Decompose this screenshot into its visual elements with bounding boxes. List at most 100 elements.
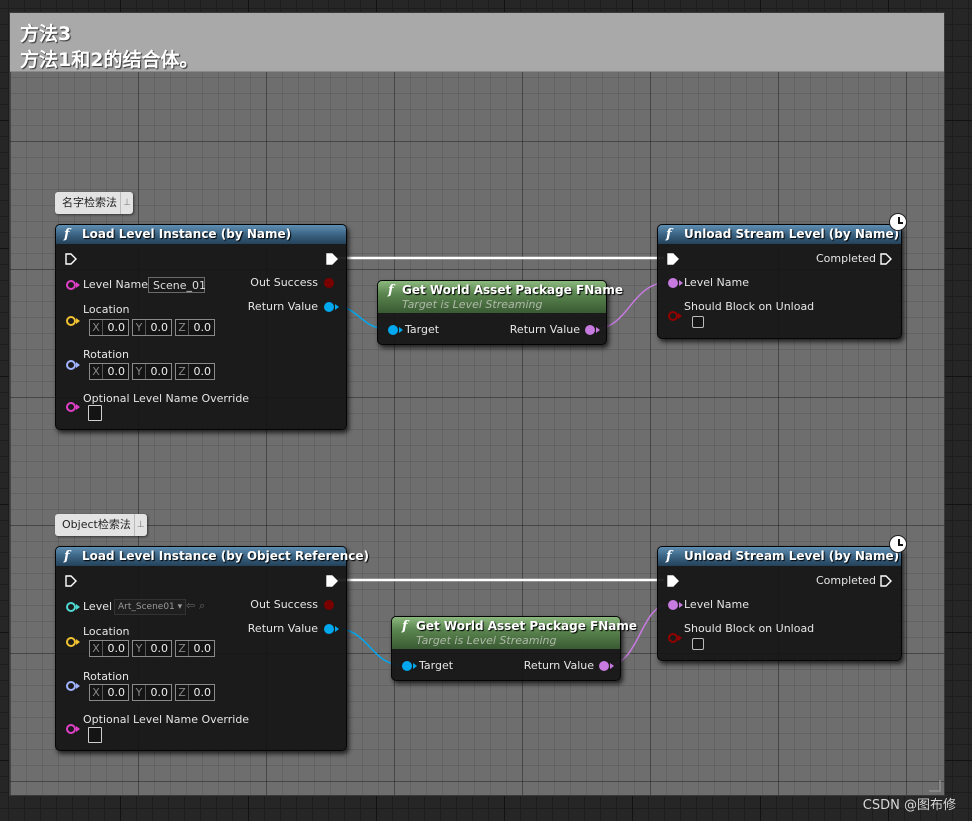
node-header[interactable]: f Get World Asset Package FName Target i… xyxy=(378,281,623,313)
rotation-x-field[interactable]: X 0.0 xyxy=(89,684,129,701)
pin-arrow xyxy=(678,635,682,641)
load-level-instance-node[interactable]: f Load Level Instance (by Name) Level Na… xyxy=(55,224,347,430)
exec-in-pin-icon[interactable] xyxy=(667,575,679,587)
level-name-pin-icon[interactable] xyxy=(668,278,678,288)
location-y-field[interactable]: Y 0.0 xyxy=(132,640,172,657)
axis-x-label: X xyxy=(90,641,103,656)
use-selected-arrow-icon[interactable]: ⇦ xyxy=(186,599,195,613)
exec-in-pin-icon[interactable] xyxy=(65,253,77,265)
completed-exec-pin-icon[interactable] xyxy=(880,575,892,587)
node-header[interactable]: f Unload Stream Level (by Name) xyxy=(658,547,901,566)
exec-in-pin-icon[interactable] xyxy=(65,575,77,587)
axis-x-label: X xyxy=(90,320,103,335)
node-header[interactable]: f Get World Asset Package FName Target i… xyxy=(392,617,637,649)
location-y-field[interactable]: Y 0.0 xyxy=(132,319,172,336)
exec-out-pin-icon[interactable] xyxy=(326,575,338,587)
level-label: Level xyxy=(83,600,113,613)
location-z-field[interactable]: Z 0.0 xyxy=(175,640,215,657)
rotation-z-field[interactable]: Z 0.0 xyxy=(175,363,215,380)
location-label: Location xyxy=(83,303,130,316)
should-block-pin-icon[interactable] xyxy=(668,311,678,321)
rotation-y-field[interactable]: Y 0.0 xyxy=(132,684,172,701)
should-block-pin-icon[interactable] xyxy=(668,633,678,643)
exec-out-pin-icon[interactable] xyxy=(326,253,338,265)
rotation-x-field[interactable]: X 0.0 xyxy=(89,363,129,380)
pin-arrow xyxy=(76,726,80,732)
level-name-pin-icon[interactable] xyxy=(66,280,76,290)
pin-arrow xyxy=(679,602,683,608)
pin-arrow xyxy=(76,282,80,288)
override-checkbox[interactable] xyxy=(88,727,102,743)
axis-x-label: X xyxy=(90,685,103,700)
return-value-pin-icon[interactable] xyxy=(324,624,334,634)
target-pin-icon[interactable] xyxy=(402,661,412,671)
location-x-field[interactable]: X 0.0 xyxy=(89,319,129,336)
load-level-instance-object-node[interactable]: f Load Level Instance (by Object Referen… xyxy=(55,546,369,751)
axis-y-label: Y xyxy=(133,641,146,656)
location-pin-icon[interactable] xyxy=(66,637,76,647)
rotation-pin-icon[interactable] xyxy=(66,681,76,691)
location-label: Location xyxy=(83,625,130,638)
out-success-pin-icon[interactable] xyxy=(324,278,334,288)
node-comment-bubble[interactable]: Object检索法 ⊥ xyxy=(55,514,147,536)
return-value-pin-icon[interactable] xyxy=(599,661,609,671)
rotation-z-field[interactable]: Z 0.0 xyxy=(175,684,215,701)
axis-y-label: Y xyxy=(133,685,146,700)
level-asset-picker[interactable]: Art_Scene01 ▾ xyxy=(114,599,187,615)
pin-arrow xyxy=(76,683,80,689)
location-x-field[interactable]: X 0.0 xyxy=(89,640,129,657)
node-header[interactable]: f Unload Stream Level (by Name) xyxy=(658,225,901,244)
get-world-asset-package-node[interactable]: f Get World Asset Package FName Target i… xyxy=(377,280,623,345)
completed-label: Completed xyxy=(816,252,876,265)
pin-arrow xyxy=(76,318,80,324)
node-header[interactable]: f Load Level Instance (by Object Referen… xyxy=(56,547,369,566)
get-world-asset-package-node[interactable]: f Get World Asset Package FName Target i… xyxy=(391,616,637,681)
override-pin-icon[interactable] xyxy=(66,402,76,412)
rotation-z-value: 0.0 xyxy=(193,686,212,699)
return-value-label: Return Value xyxy=(523,659,594,672)
out-success-label: Out Success xyxy=(250,598,318,611)
location-z-field[interactable]: Z 0.0 xyxy=(175,319,215,336)
return-value-label: Return Value xyxy=(509,323,580,336)
out-success-pin-icon[interactable] xyxy=(324,600,334,610)
unload-stream-level-node[interactable]: f Unload Stream Level (by Name) Complete… xyxy=(657,546,902,661)
pin-arrow xyxy=(76,404,80,410)
rotation-x-value: 0.0 xyxy=(107,686,126,699)
browse-search-icon[interactable]: ⌕ xyxy=(199,599,205,613)
pin-bubble-icon[interactable]: ⊥ xyxy=(120,192,133,214)
location-pin-icon[interactable] xyxy=(66,316,76,326)
rotation-y-field[interactable]: Y 0.0 xyxy=(132,363,172,380)
rotation-pin-icon[interactable] xyxy=(66,360,76,370)
pin-arrow xyxy=(678,313,682,319)
pin-arrow xyxy=(596,327,600,333)
node-header[interactable]: f Load Level Instance (by Name) xyxy=(56,225,346,244)
should-block-label: Should Block on Unload xyxy=(684,300,815,313)
override-label: Optional Level Name Override xyxy=(83,392,250,405)
level-name-input[interactable]: Scene_01 xyxy=(148,277,206,293)
completed-exec-pin-icon[interactable] xyxy=(880,253,892,265)
return-value-pin-icon[interactable] xyxy=(585,325,595,335)
location-y-value: 0.0 xyxy=(150,642,169,655)
rotation-x-value: 0.0 xyxy=(107,365,126,378)
should-block-checkbox[interactable] xyxy=(692,316,704,328)
node-comment-bubble[interactable]: 名字检索法 ⊥ xyxy=(55,192,133,214)
rotation-y-value: 0.0 xyxy=(150,365,169,378)
return-value-pin-icon[interactable] xyxy=(324,302,334,312)
target-pin-icon[interactable] xyxy=(388,325,398,335)
unload-stream-level-node[interactable]: f Unload Stream Level (by Name) Complete… xyxy=(657,224,902,339)
level-name-pin-icon[interactable] xyxy=(668,600,678,610)
exec-in-pin-icon[interactable] xyxy=(667,253,679,265)
level-name-label: Level Name xyxy=(83,278,148,291)
should-block-checkbox[interactable] xyxy=(692,638,704,650)
axis-x-label: X xyxy=(90,364,103,379)
override-pin-icon[interactable] xyxy=(66,724,76,734)
level-pin-icon[interactable] xyxy=(66,602,76,612)
pin-bubble-icon[interactable]: ⊥ xyxy=(133,514,147,536)
node-title: Load Level Instance (by Object Reference… xyxy=(82,549,369,563)
location-x-value: 0.0 xyxy=(107,642,126,655)
override-checkbox[interactable] xyxy=(88,405,102,421)
latent-clock-icon xyxy=(889,213,907,231)
level-asset-value: Art_Scene01 xyxy=(118,602,175,612)
dropdown-arrow-icon: ▾ xyxy=(177,602,183,612)
pin-arrow xyxy=(413,663,417,669)
